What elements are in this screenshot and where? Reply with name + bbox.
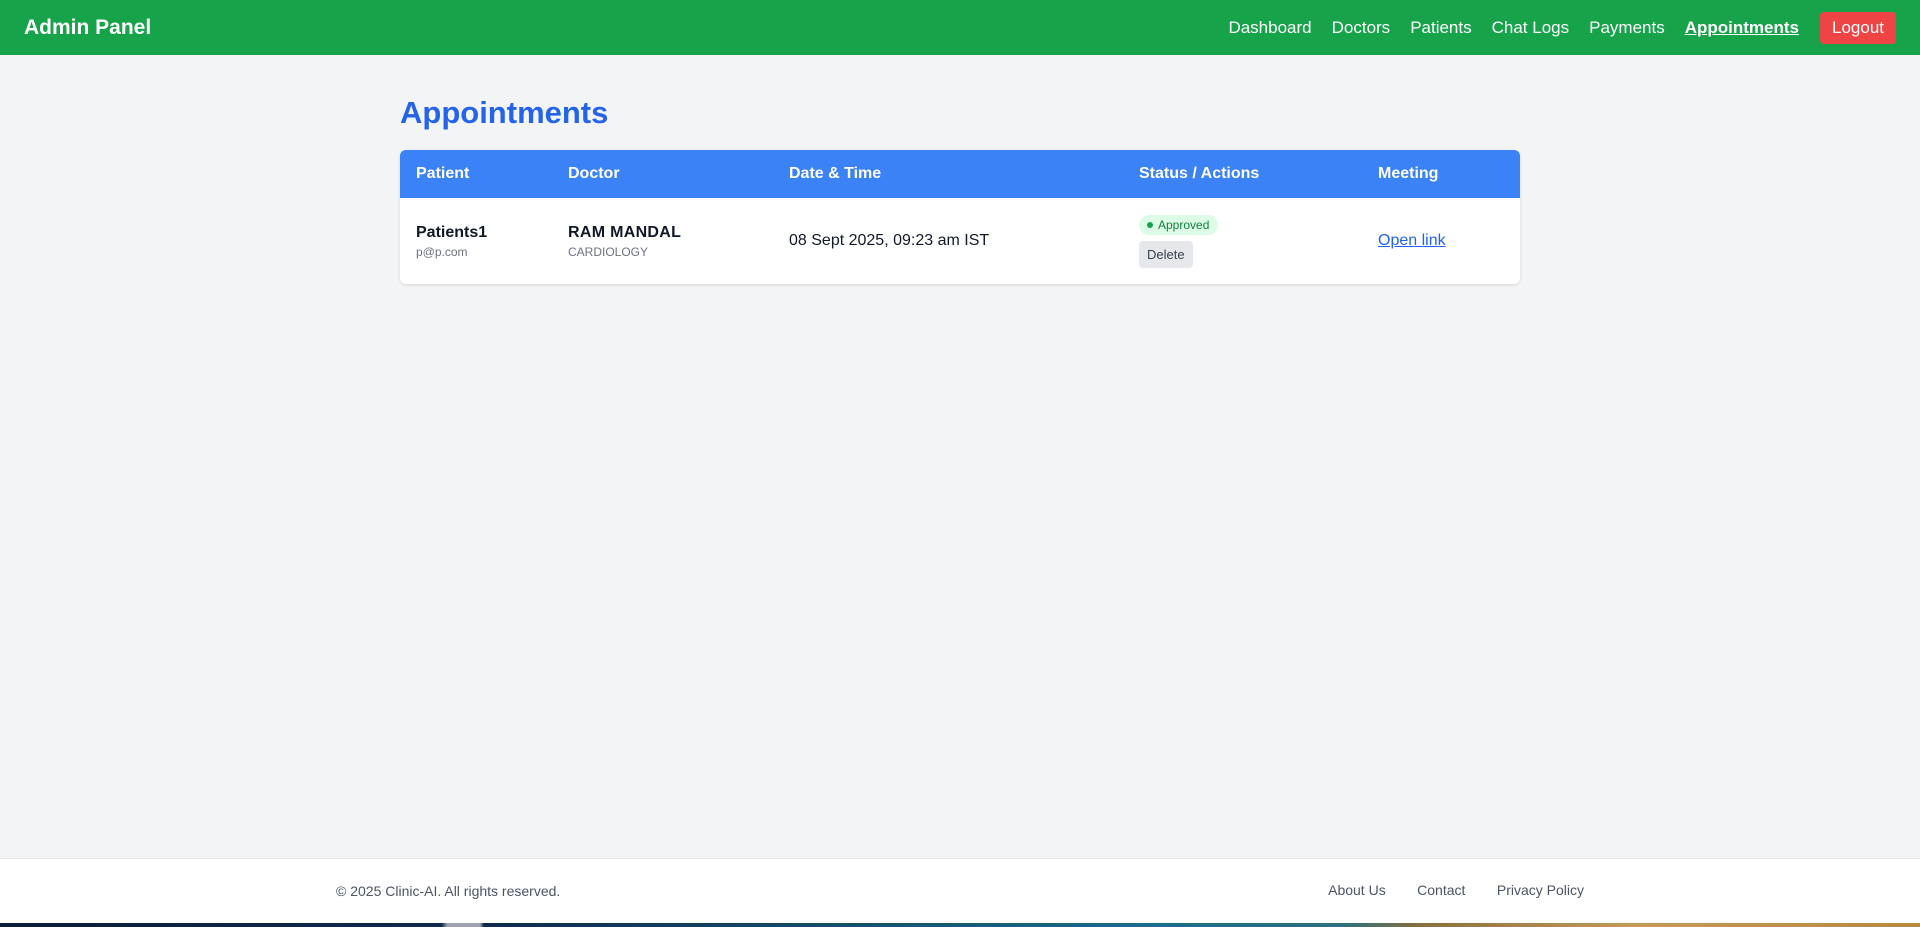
table-header-row: Patient Doctor Date & Time Status / Acti… — [400, 150, 1520, 198]
footer: © 2025 Clinic-AI. All rights reserved. A… — [0, 858, 1920, 923]
main-nav: Dashboard Doctors Patients Chat Logs Pay… — [1208, 11, 1896, 44]
page-title: Appointments — [400, 95, 609, 130]
patient-email: p@p.com — [416, 244, 468, 259]
doctor-specialty: CARDIOLOGY — [568, 244, 649, 259]
patient-name: Patients1 — [416, 223, 488, 241]
date-time-cell: 08 Sept 2025, 09:23 am IST — [773, 198, 1123, 284]
table-header: Patient Doctor Date & Time Status / Acti… — [400, 150, 1520, 198]
nav-link-patients[interactable]: Patients — [1410, 18, 1471, 38]
footer-link-about[interactable]: About Us — [1328, 882, 1386, 898]
nav-link-payments[interactable]: Payments — [1589, 18, 1665, 38]
patient-cell: Patients1 p@p.com — [400, 198, 552, 284]
appointments-table: Patient Doctor Date & Time Status / Acti… — [400, 150, 1520, 284]
meeting-cell: Open link — [1362, 198, 1520, 284]
footer-link-contact[interactable]: Contact — [1417, 882, 1465, 898]
table-row: Patients1 p@p.com RAM MANDAL CARDIOLOGY … — [400, 198, 1520, 284]
table-body: Patients1 p@p.com RAM MANDAL CARDIOLOGY … — [400, 198, 1520, 284]
doctor-name: RAM MANDAL — [568, 223, 682, 241]
footer-link-privacy[interactable]: Privacy Policy — [1497, 882, 1584, 898]
main-content: Appointments Patient Doctor Date & Time … — [400, 95, 1520, 284]
status-dot-icon — [1147, 221, 1153, 228]
footer-copyright: © 2025 Clinic-AI. All rights reserved. — [336, 883, 561, 899]
nav-link-doctors[interactable]: Doctors — [1332, 18, 1391, 38]
status-label: Approved — [1158, 217, 1210, 232]
column-header-doctor: Doctor — [568, 165, 620, 182]
footer-links: About Us Contact Privacy Policy — [1301, 882, 1584, 900]
column-header-meeting: Meeting — [1378, 165, 1439, 182]
status-actions-cell: Approved Delete — [1123, 198, 1362, 284]
status-badge: Approved — [1139, 214, 1219, 235]
brand-title: Admin Panel — [24, 15, 152, 39]
column-header-date-time: Date & Time — [789, 165, 882, 182]
column-header-patient: Patient — [416, 165, 470, 182]
nav-link-appointments[interactable]: Appointments — [1685, 18, 1799, 38]
nav-link-dashboard[interactable]: Dashboard — [1228, 18, 1311, 38]
logout-button[interactable]: Logout — [1820, 11, 1896, 44]
delete-button[interactable]: Delete — [1139, 240, 1193, 268]
column-header-status-actions: Status / Actions — [1139, 165, 1260, 182]
background-image-strip — [0, 923, 1920, 927]
top-navbar: Admin Panel Dashboard Doctors Patients C… — [0, 0, 1920, 55]
appointment-date-time: 08 Sept 2025, 09:23 am IST — [789, 232, 990, 249]
doctor-cell: RAM MANDAL CARDIOLOGY — [552, 198, 773, 284]
nav-link-chat-logs[interactable]: Chat Logs — [1492, 18, 1570, 38]
page: Admin Panel Dashboard Doctors Patients C… — [0, 0, 1920, 927]
appointments-table-card: Patient Doctor Date & Time Status / Acti… — [400, 150, 1520, 284]
meeting-open-link[interactable]: Open link — [1378, 232, 1446, 249]
